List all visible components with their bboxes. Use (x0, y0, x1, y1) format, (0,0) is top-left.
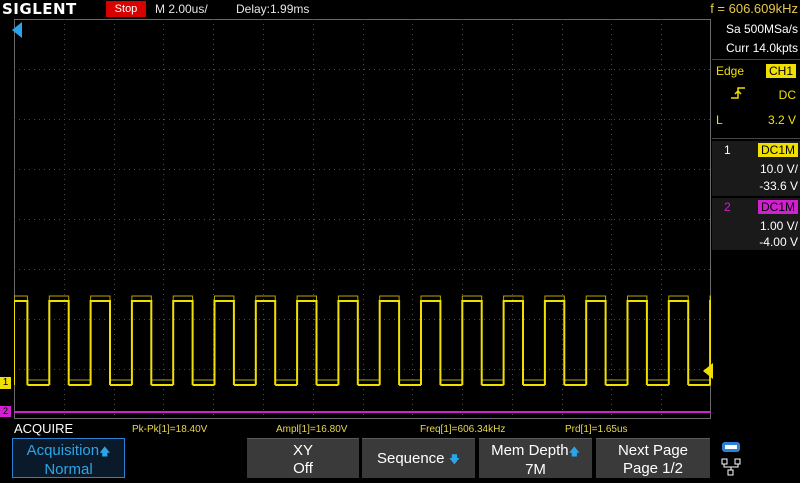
softkey-value: Off (293, 460, 313, 477)
softkey-value: Page 1/2 (622, 460, 684, 477)
frequency-counter: f = 606.609kHz (710, 1, 798, 16)
softkey-value: 7M (525, 461, 546, 478)
sample-rate-readout: Sa 500MSa/s (725, 22, 798, 36)
channel-2-number: 2 (724, 200, 731, 214)
brand-logo: SIGLENT (2, 0, 77, 18)
panel-divider (712, 138, 800, 139)
acquisition-mode-button[interactable]: Acquisition🡅 Normal (12, 438, 125, 478)
delay-readout: Delay:1.99ms (236, 2, 310, 16)
next-page-button[interactable]: Next Page Page 1/2 (596, 438, 710, 478)
channel-1-coupling-badge: DC1M (758, 143, 799, 157)
trigger-level-value: 3.2 V (767, 113, 796, 127)
softkey-label: Acquisition (26, 442, 100, 459)
channel-1-scale: 10.0 V/ (759, 162, 798, 176)
channel-1-trace (14, 300, 711, 386)
channel-1-number: 1 (724, 143, 731, 157)
measurement-pkpk: Pk-Pk[1]=18.40V (132, 424, 208, 435)
trigger-position-icon (12, 22, 22, 38)
softkey-label: Sequence (376, 450, 445, 467)
softkey-label: XY (292, 442, 313, 459)
waveform-display[interactable] (14, 19, 711, 419)
memory-depth-button[interactable]: Mem Depth🡅 7M (479, 438, 592, 478)
status-icons (716, 440, 800, 478)
measurement-amplitude: Ampl[1]=16.80V (276, 424, 348, 435)
channel-1-offset: -33.6 V (759, 179, 798, 193)
sequence-button[interactable]: Sequence 🡇 (362, 438, 475, 478)
arrow-up-icon: 🡅 (99, 446, 111, 458)
ch1-ground-marker[interactable]: 1 (0, 377, 11, 389)
waveform-grid (14, 19, 711, 419)
trigger-source-badge: CH1 (766, 64, 797, 78)
trigger-level-label: L (716, 113, 723, 127)
measurement-period: Prd[1]=1.65us (565, 424, 628, 435)
trigger-type: Edge (716, 64, 745, 78)
channel-2-scale: 1.00 V/ (759, 219, 798, 233)
panel-divider (712, 59, 800, 60)
run-stop-indicator[interactable]: Stop (106, 1, 146, 17)
channel-2-coupling-badge: DC1M (758, 200, 799, 214)
softkey-label: Mem Depth (491, 442, 569, 459)
measurement-frequency: Freq[1]=606.34kHz (420, 424, 506, 435)
channel-2-offset: -4.00 V (759, 235, 798, 249)
timebase-readout: M 2.00us/ (155, 2, 208, 16)
menu-title: ACQUIRE (14, 421, 74, 436)
softkey-value: Normal (44, 461, 93, 478)
trigger-level-icon[interactable] (703, 363, 713, 379)
arrow-down-icon: 🡇 (448, 454, 461, 466)
trigger-coupling: DC (778, 88, 796, 102)
softkey-label: Next Page (617, 442, 689, 459)
xy-mode-button[interactable]: XY Off (247, 438, 359, 478)
arrow-up-icon: 🡅 (568, 446, 580, 458)
current-points-readout: Curr 14.0kpts (725, 41, 798, 55)
ch2-ground-marker[interactable]: 2 (0, 406, 11, 417)
rising-edge-icon (731, 87, 745, 99)
usb-network-icon (721, 442, 741, 476)
